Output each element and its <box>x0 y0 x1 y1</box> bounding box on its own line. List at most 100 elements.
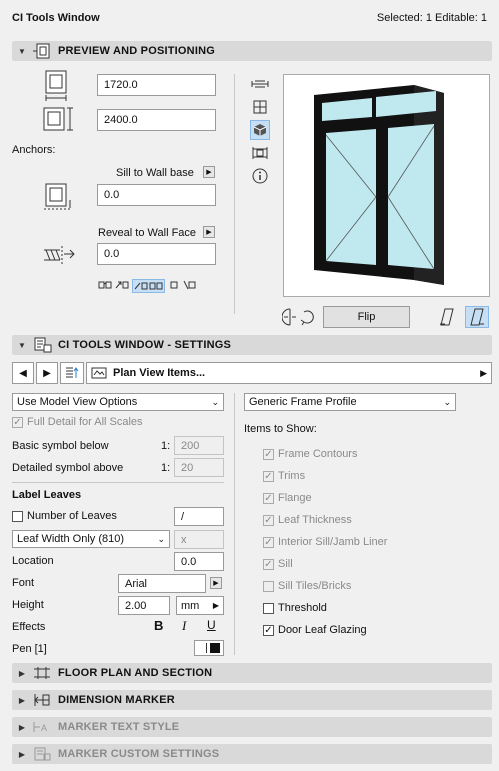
text-height-input[interactable]: 2.00 <box>118 596 170 615</box>
reveal-label: Reveal to Wall Face <box>98 227 197 239</box>
pen-selector[interactable] <box>194 640 224 656</box>
info-icon[interactable] <box>250 166 270 186</box>
expand-arrow-icon[interactable]: ▶ <box>12 750 32 759</box>
leaf-x-input[interactable]: x <box>174 530 224 549</box>
item-to-show-checkbox[interactable]: ✓ <box>263 514 274 526</box>
leaf-width-value: Leaf Width Only (810) <box>17 533 124 545</box>
item-to-show-row[interactable]: ✓ Door Leaf Glazing <box>263 619 387 641</box>
section-label: MARKER CUSTOM SETTINGS <box>58 748 220 760</box>
section-label: CI TOOLS WINDOW - SETTINGS <box>58 339 232 351</box>
item-to-show-row[interactable]: ✓ Trims <box>263 465 387 487</box>
frame-profile-select[interactable]: Generic Frame Profile ⌄ <box>244 393 456 411</box>
item-to-show-checkbox[interactable]: ✓ <box>263 492 274 504</box>
item-to-show-checkbox[interactable]: ✓ <box>263 558 274 570</box>
left-handing-icon[interactable] <box>436 306 458 328</box>
floor-plan-section-icon <box>34 667 50 679</box>
item-to-show-checkbox[interactable]: ✓ <box>263 624 274 636</box>
items-to-show-list: ✓ Frame Contours ✓ Trims ✓ Flange ✓ Leaf Thickn… <box>263 443 387 641</box>
collapse-arrow-icon[interactable]: ▼ <box>12 341 32 350</box>
sill-label: Sill to Wall base <box>116 167 194 179</box>
font-menu-arrow-icon[interactable]: ▶ <box>210 577 222 589</box>
reveal-input[interactable]: 0.0 <box>97 243 216 265</box>
anchor-option-3-icon[interactable] <box>134 280 148 292</box>
anchor-option-4-icon[interactable] <box>149 280 163 292</box>
preview-image <box>283 74 490 297</box>
collapse-arrow-icon[interactable]: ▼ <box>12 47 32 56</box>
number-of-leaves-label: Number of Leaves <box>27 510 117 522</box>
view-3d-icon[interactable] <box>250 120 270 140</box>
section-dimension-marker[interactable]: ▶ DIMENSION MARKER <box>12 690 492 710</box>
item-to-show-label: Frame Contours <box>278 448 358 460</box>
item-to-show-label: Trims <box>278 470 306 482</box>
item-to-show-checkbox[interactable] <box>263 580 274 592</box>
section-settings[interactable]: ▼ CI TOOLS WINDOW - SETTINGS <box>12 335 492 355</box>
italic-button[interactable]: I <box>182 618 186 634</box>
full-detail-checkbox-row[interactable]: ✓ Full Detail for All Scales <box>12 416 143 428</box>
section-marker-text-style[interactable]: ▶ A MARKER TEXT STYLE <box>12 717 492 737</box>
item-to-show-row[interactable]: ✓ Flange <box>263 487 387 509</box>
anchor-option-1-icon[interactable] <box>98 279 112 291</box>
unit-selector[interactable]: mm ▶ <box>176 596 224 615</box>
panel-nav-bar: ◀ ▶ Plan View Items... ▶ <box>12 362 492 384</box>
reveal-menu-arrow-icon[interactable]: ▶ <box>203 226 215 238</box>
item-to-show-checkbox[interactable] <box>263 602 274 614</box>
preview-separator <box>234 74 235 314</box>
underline-button[interactable]: U <box>207 618 216 632</box>
anchor-option-selected[interactable] <box>132 279 165 293</box>
item-to-show-row[interactable]: ✓ Frame Contours <box>263 443 387 465</box>
anchor-option-2-icon[interactable] <box>115 279 129 291</box>
basic-symbol-input[interactable]: 200 <box>174 436 224 455</box>
flip-mirror-icon <box>282 308 314 326</box>
svg-text:A: A <box>41 723 47 733</box>
section-floor-plan[interactable]: ▶ FLOOR PLAN AND SECTION <box>12 663 492 683</box>
leaf-width-select[interactable]: Leaf Width Only (810) ⌄ <box>12 530 170 548</box>
height-input[interactable]: 2400.0 <box>97 109 216 131</box>
model-view-options-select[interactable]: Use Model View Options ⌄ <box>12 393 224 411</box>
previous-page-icon[interactable]: ◀ <box>12 362 34 384</box>
sill-menu-arrow-icon[interactable]: ▶ <box>203 166 215 178</box>
chevron-down-icon: ⌄ <box>211 396 219 407</box>
selection-info: Selected: 1 Editable: 1 <box>376 12 487 24</box>
item-to-show-row[interactable]: ✓ Sill <box>263 553 387 575</box>
item-to-show-row[interactable]: ✓ Leaf Thickness <box>263 509 387 531</box>
view-section-icon[interactable] <box>250 143 270 163</box>
basic-symbol-label: Basic symbol below <box>12 440 109 452</box>
view-elevation-icon[interactable] <box>250 97 270 117</box>
unit-value: mm <box>181 599 200 612</box>
chevron-down-icon: ⌄ <box>157 533 165 544</box>
item-to-show-checkbox[interactable]: ✓ <box>263 448 274 460</box>
item-to-show-checkbox[interactable]: ✓ <box>263 536 274 548</box>
expand-arrow-icon[interactable]: ▶ <box>12 669 32 678</box>
expand-arrow-icon[interactable]: ▶ <box>12 696 32 705</box>
chevron-down-icon: ⌄ <box>443 396 451 407</box>
full-detail-checkbox[interactable]: ✓ <box>12 416 23 428</box>
number-of-leaves-checkbox[interactable] <box>12 510 23 522</box>
view-plan-icon[interactable] <box>250 74 270 94</box>
bold-button[interactable]: B <box>154 618 163 633</box>
anchor-option-6-icon[interactable] <box>183 279 197 291</box>
leaves-separator-input[interactable]: / <box>174 507 224 526</box>
section-preview-positioning[interactable]: ▼ PREVIEW AND POSITIONING <box>12 41 492 61</box>
plan-view-icon <box>91 367 107 379</box>
detailed-symbol-input[interactable]: 20 <box>174 458 224 477</box>
page-list-icon[interactable] <box>60 362 84 384</box>
font-input[interactable]: Arial <box>118 574 206 593</box>
detailed-symbol-label: Detailed symbol above <box>12 462 124 474</box>
label-leaves-heading: Label Leaves <box>12 489 82 501</box>
flip-button[interactable]: Flip <box>323 306 410 328</box>
item-to-show-row[interactable]: Threshold <box>263 597 387 619</box>
item-to-show-checkbox[interactable]: ✓ <box>263 470 274 482</box>
width-input[interactable]: 1720.0 <box>97 74 216 96</box>
right-handing-icon[interactable] <box>465 306 489 328</box>
item-to-show-row[interactable]: ✓ Interior Sill/Jamb Liner <box>263 531 387 553</box>
section-marker-custom[interactable]: ▶ MARKER CUSTOM SETTINGS <box>12 744 492 764</box>
page-selector-dropdown[interactable]: Plan View Items... ▶ <box>86 362 492 384</box>
anchor-option-5-icon[interactable] <box>168 279 180 291</box>
location-input[interactable]: 0.0 <box>174 552 224 571</box>
number-of-leaves-row[interactable]: Number of Leaves <box>12 510 117 522</box>
item-to-show-row[interactable]: Sill Tiles/Bricks <box>263 575 387 597</box>
sill-input[interactable]: 0.0 <box>97 184 216 206</box>
next-page-icon[interactable]: ▶ <box>36 362 58 384</box>
expand-arrow-icon[interactable]: ▶ <box>12 723 32 732</box>
preview-section-icon <box>33 43 50 59</box>
